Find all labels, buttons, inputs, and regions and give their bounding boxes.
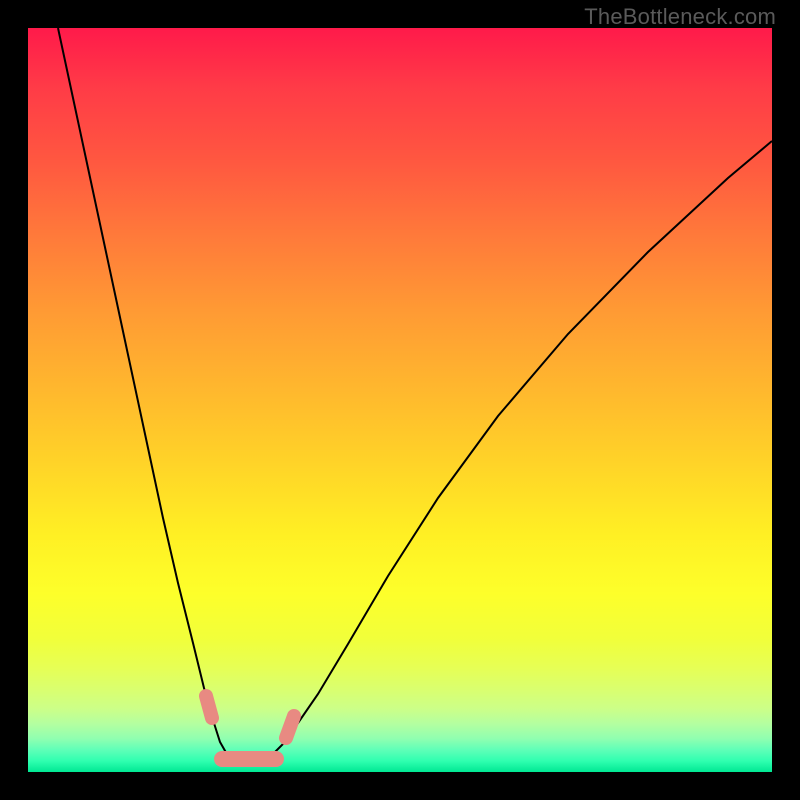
valley-marker-right bbox=[286, 716, 294, 738]
curve-svg bbox=[28, 28, 772, 772]
bottleneck-curve bbox=[58, 28, 772, 765]
valley-marker-left bbox=[206, 696, 212, 718]
watermark-text: TheBottleneck.com bbox=[584, 4, 776, 30]
chart-frame: TheBottleneck.com bbox=[0, 0, 800, 800]
plot-area bbox=[28, 28, 772, 772]
